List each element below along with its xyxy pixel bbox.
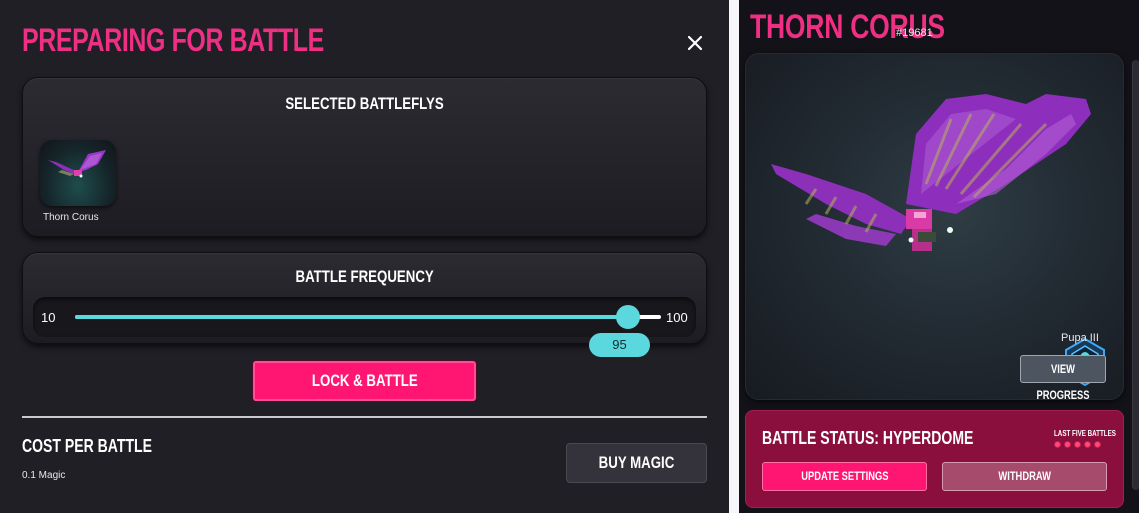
battlefly-showcase: Pupa III VIEW PROGRESS [745, 53, 1124, 400]
update-settings-button[interactable]: UPDATE SETTINGS [762, 462, 927, 491]
last-five-battles-label: LAST FIVE BATTLES [1054, 429, 1116, 438]
selected-battleflys-card: SELECTED BATTLEFLYS Thorn Corus [22, 77, 707, 237]
last-five-battles-indicators [1054, 441, 1101, 448]
slider-thumb[interactable] [616, 305, 641, 329]
battlefly-image [48, 150, 106, 178]
lock-and-battle-button[interactable]: LOCK & BATTLE [253, 361, 476, 401]
rank-label: Pupa III [1061, 332, 1099, 344]
battlefly-detail-panel: THORN CORUS #19681 Pupa III VIEW PROGRES… [739, 0, 1139, 513]
modal-title: PREPARING FOR BATTLE [22, 22, 324, 58]
battle-result-dot [1054, 441, 1061, 448]
slider-min-label: 10 [41, 310, 56, 325]
slider-fill [75, 315, 629, 319]
frequency-slider[interactable]: 10 100 [33, 297, 696, 337]
cost-per-battle-title: COST PER BATTLE [22, 436, 153, 456]
battle-result-dot [1064, 441, 1071, 448]
battle-status-card: BATTLE STATUS: HYPERDOME LAST FIVE BATTL… [745, 410, 1124, 508]
battle-result-dot [1094, 441, 1101, 448]
close-icon[interactable] [684, 32, 706, 54]
divider [22, 416, 707, 418]
panel-separator [729, 0, 739, 513]
battle-result-dot [1074, 441, 1081, 448]
scrollbar[interactable] [1132, 60, 1139, 490]
slider-value-badge: 95 [589, 333, 650, 357]
battle-status-title: BATTLE STATUS: HYPERDOME [762, 428, 974, 448]
view-progress-button[interactable]: VIEW PROGRESS [1020, 355, 1106, 399]
withdraw-button[interactable]: WITHDRAW [942, 462, 1107, 491]
slider-max-label: 100 [666, 310, 688, 325]
selected-battleflys-title: SELECTED BATTLEFLYS [285, 94, 444, 113]
battlefly-name: Thorn Corus [43, 212, 99, 223]
battlefly-thumbnail[interactable] [40, 140, 116, 206]
battle-prep-modal: PREPARING FOR BATTLE SELECTED BATTLEFLYS… [0, 0, 729, 513]
buy-magic-button[interactable]: BUY MAGIC [566, 443, 707, 483]
battlefly-id: #19681 [896, 27, 933, 39]
cost-per-battle-value: 0.1 Magic [22, 470, 66, 481]
battle-result-dot [1084, 441, 1091, 448]
battle-frequency-title: BATTLE FREQUENCY [295, 267, 434, 286]
battle-frequency-card: BATTLE FREQUENCY 10 100 [22, 252, 707, 344]
slider-track[interactable] [75, 305, 661, 329]
